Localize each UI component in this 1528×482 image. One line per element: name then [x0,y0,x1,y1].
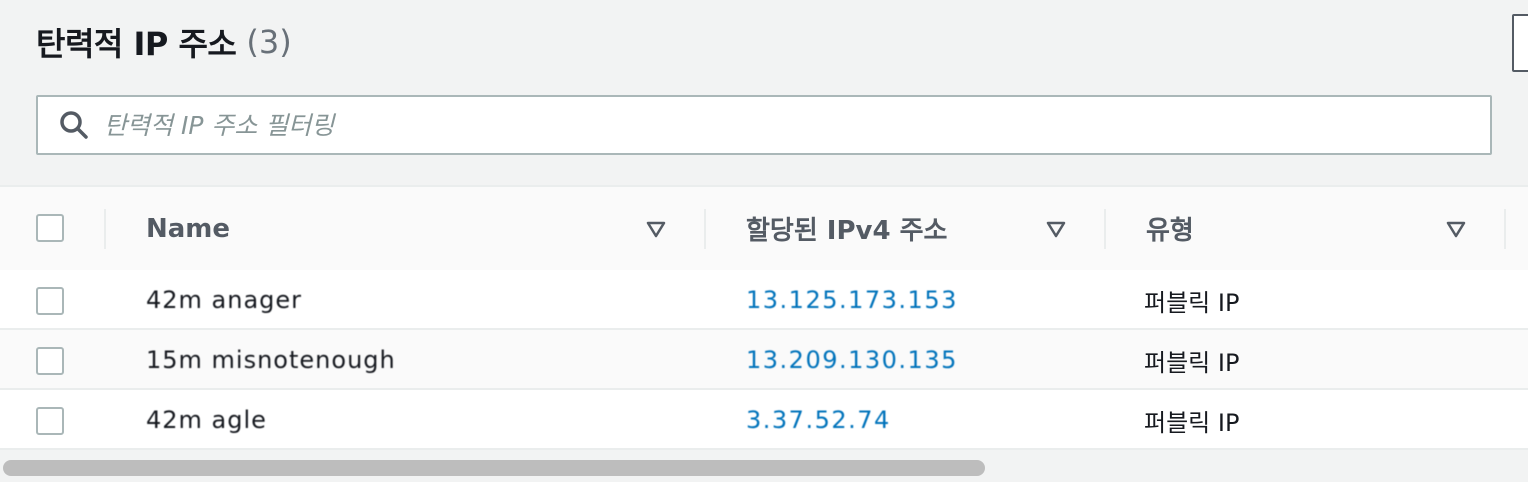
column-header-type-label: 유형 [1146,216,1194,246]
page-header: 탄력적 IP 주소 (3) [36,20,292,64]
sort-down-icon[interactable] [644,217,668,241]
row-checkbox[interactable] [36,347,64,375]
select-all-checkbox[interactable] [36,214,64,242]
table-row[interactable]: 15m misnotenough 13.209.130.135 퍼블릭 IP [0,330,1528,390]
row-type: 퍼블릭 IP [1144,348,1240,377]
column-separator [1504,209,1506,249]
column-header-name[interactable]: Name [146,187,230,270]
search-icon [60,111,88,139]
sort-down-icon[interactable] [1444,217,1468,241]
column-separator [104,209,106,249]
row-name: 15m misnotenough [146,346,396,374]
item-count: (3) [246,23,292,61]
row-type: 퍼블릭 IP [1144,288,1240,317]
column-header-ipv4[interactable]: 할당된 IPv4 주소 [746,187,947,270]
row-checkbox[interactable] [36,407,64,435]
action-button-partial[interactable] [1512,14,1528,72]
row-ip-link[interactable]: 13.125.173.153 [746,270,958,330]
row-ip-link[interactable]: 3.37.52.74 [746,390,891,450]
row-type: 퍼블릭 IP [1144,408,1240,437]
column-header-ipv4-label: 할당된 IPv4 주소 [746,216,948,246]
row-name: 42m anager [146,286,303,314]
column-separator [1104,209,1106,249]
page-title: 탄력적 IP 주소 [36,25,237,63]
column-separator [704,209,706,249]
table-row[interactable]: 42m anager 13.125.173.153 퍼블릭 IP [0,270,1528,330]
table-row[interactable]: 42m agle 3.37.52.74 퍼블릭 IP [0,390,1528,450]
table-header: Name 할당된 IPv4 주소 유형 [0,187,1528,270]
row-checkbox[interactable] [36,287,64,315]
sort-down-icon[interactable] [1044,217,1068,241]
search-input[interactable] [104,110,1454,140]
row-name: 42m agle [146,406,267,434]
column-header-type[interactable]: 유형 [1146,187,1194,270]
search-bar[interactable] [36,95,1492,155]
column-header-name-label: Name [146,213,231,244]
row-ip-link[interactable]: 13.209.130.135 [746,330,958,390]
horizontal-scrollbar-thumb[interactable] [3,460,985,476]
